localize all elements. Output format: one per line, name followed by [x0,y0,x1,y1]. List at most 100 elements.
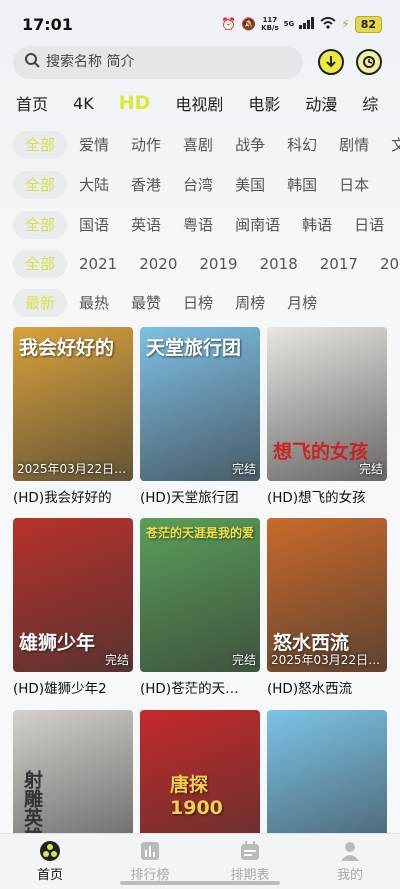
network-speed: 117 KB/s [261,16,278,32]
status-time: 17:01 [22,14,73,34]
poster-title: 天堂旅行团 [146,337,242,359]
tab-hd[interactable]: HD [103,92,151,114]
genre-chip[interactable]: 动作 [121,131,171,159]
download-button[interactable] [318,49,344,75]
movie-poster[interactable] [267,710,387,837]
movie-poster[interactable]: 雄狮少年 完结 [13,518,133,672]
movie-title[interactable]: (HD)苍茫的天… [140,677,260,697]
year-chip[interactable]: 2020 [129,250,187,278]
sort-chip[interactable]: 最热 [69,289,119,317]
region-chip[interactable]: 韩国 [277,171,327,199]
movie-card[interactable]: 雄狮少年 完结 (HD)雄狮少年2 [13,518,133,697]
home-indicator[interactable] [120,881,280,885]
movie-poster[interactable]: 我会好好的 2025年03月22日… [13,327,133,481]
language-filter-row: 全部 国语 英语 粤语 闽南语 韩语 日语 [0,210,400,240]
region-chip[interactable]: 台湾 [173,171,223,199]
movie-card[interactable]: 想飞的女孩 完结 (HD)想飞的女孩 [267,327,387,506]
movie-card[interactable]: 怒水西流 2025年03月22日… (HD)怒水西流 [267,518,387,697]
movie-grid: 我会好好的 2025年03月22日… (HD)我会好好的 天堂旅行团 完结 (H… [13,327,387,837]
language-chip[interactable]: 闽南语 [225,211,290,239]
movie-card[interactable]: 唐探1900 [140,710,260,837]
language-chip[interactable]: 全部 [13,211,68,239]
region-chip[interactable]: 大陆 [69,171,119,199]
status-bar: 17:01 ⏰ 🔕 117 KB/s 5G ⚡ 82 [0,0,400,48]
bottom-nav-schedule[interactable]: 排期表 [210,840,290,883]
genre-chip[interactable]: 爱情 [69,131,119,159]
year-chip[interactable]: 2019 [189,250,247,278]
movie-badge: 完结 [231,462,256,476]
movie-card[interactable]: 天堂旅行团 完结 (HD)天堂旅行团 [140,327,260,506]
ranking-icon [141,842,159,860]
charging-icon: ⚡ [341,17,350,31]
movie-poster[interactable]: 唐探1900 [140,710,260,837]
movie-badge: 2025年03月22日… [17,462,127,476]
sort-filter-row: 最新 最热 最赞 日榜 周榜 月榜 [0,288,400,318]
movie-title[interactable]: (HD)天堂旅行团 [140,486,260,506]
region-chip[interactable]: 美国 [225,171,275,199]
sort-chip[interactable]: 月榜 [277,289,327,317]
genre-chip[interactable]: 喜剧 [173,131,223,159]
language-chip[interactable]: 日语 [344,211,394,239]
movie-poster[interactable]: 射雕英雄 [13,710,133,837]
year-chip[interactable]: 全部 [13,250,68,278]
search-input[interactable] [46,54,276,70]
sort-chip[interactable]: 周榜 [225,289,275,317]
movie-card[interactable]: 我会好好的 2025年03月22日… (HD)我会好好的 [13,327,133,506]
movie-title[interactable]: (HD)雄狮少年2 [13,677,133,697]
search-box[interactable] [13,45,303,79]
bottom-nav-label: 首页 [36,868,63,883]
movie-poster[interactable]: 苍茫的天涯是我的爱 完结 [140,518,260,672]
tab-movies[interactable]: 电影 [232,91,280,115]
movie-title[interactable]: (HD)怒水西流 [267,677,387,697]
language-chip[interactable]: 国语 [69,211,119,239]
bottom-nav-label: 我的 [336,868,363,883]
bottom-nav-home[interactable]: 首页 [10,840,90,883]
year-chip[interactable]: 2018 [250,250,308,278]
movie-badge: 完结 [358,462,383,476]
movie-poster[interactable]: 想飞的女孩 完结 [267,327,387,481]
genre-chip[interactable]: 剧情 [329,131,379,159]
home-icon [40,841,60,861]
year-chip[interactable]: 2016 [370,250,400,278]
movie-poster[interactable]: 怒水西流 2025年03月22日… [267,518,387,672]
tab-anime[interactable]: 动漫 [289,91,337,115]
history-button[interactable] [356,49,382,75]
poster-title: 想飞的女孩 [273,441,369,463]
sort-chip[interactable]: 最新 [13,289,68,317]
bottom-nav-ranking[interactable]: 排行榜 [110,840,190,883]
sort-chip[interactable]: 日榜 [173,289,223,317]
movie-card[interactable] [267,710,387,837]
language-chip[interactable]: 韩语 [292,211,342,239]
tab-tv-series[interactable]: 电视剧 [159,91,223,115]
region-chip[interactable]: 日本 [329,171,379,199]
movie-title[interactable]: (HD)想飞的女孩 [267,486,387,506]
download-icon [326,56,336,68]
genre-chip[interactable]: 战争 [225,131,275,159]
movie-title[interactable]: (HD)我会好好的 [13,486,133,506]
poster-title: 苍茫的天涯是我的爱 [146,526,255,540]
region-chip[interactable]: 香港 [121,171,171,199]
genre-chip[interactable]: 文 [381,131,400,159]
tab-4k[interactable]: 4K [57,94,94,113]
tab-home[interactable]: 首页 [0,91,48,115]
genre-chip[interactable]: 全部 [13,131,68,159]
movie-card[interactable]: 射雕英雄 [13,710,133,837]
sort-chip[interactable]: 最赞 [121,289,171,317]
language-chip[interactable]: 粤语 [173,211,223,239]
movie-card[interactable]: 苍茫的天涯是我的爱 完结 (HD)苍茫的天… [140,518,260,697]
year-chip[interactable]: 2017 [310,250,368,278]
region-filter-row: 全部 大陆 香港 台湾 美国 韩国 日本 [0,170,400,200]
tab-variety[interactable]: 综 [346,91,378,115]
region-chip[interactable]: 全部 [13,171,68,199]
speed-value: 117 [262,16,278,24]
network-type: 5G [283,20,295,28]
poster-title: 唐探1900 [170,774,223,819]
bottom-nav-profile[interactable]: 我的 [310,840,390,883]
movie-badge: 完结 [104,653,129,667]
movie-poster[interactable]: 天堂旅行团 完结 [140,327,260,481]
battery-level: 82 [354,15,382,33]
language-chip[interactable]: 英语 [121,211,171,239]
year-chip[interactable]: 2021 [69,250,127,278]
genre-chip[interactable]: 科幻 [277,131,327,159]
movie-badge: 完结 [231,653,256,667]
